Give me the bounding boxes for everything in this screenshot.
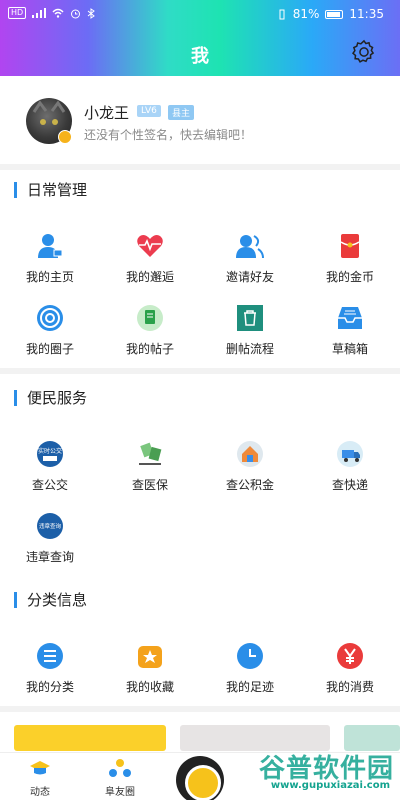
inbox-icon xyxy=(338,307,362,329)
service-violation[interactable]: 违章查询 违章查询 xyxy=(0,512,100,565)
menu-my-posts[interactable]: 我的帖子 xyxy=(100,304,200,357)
heartbeat-icon xyxy=(137,235,163,257)
delivery-icon xyxy=(337,441,363,467)
header-bar: HD 81% 11:35 我 xyxy=(0,0,400,76)
menu-my-coins[interactable]: 我的金币 xyxy=(300,232,400,285)
person-icon xyxy=(38,234,63,258)
medical-icon xyxy=(139,442,162,465)
service-bus[interactable]: 实时公交 查公交 xyxy=(0,440,100,493)
service-label: 违章查询 xyxy=(25,550,74,564)
category-my-favorites[interactable]: 我的收藏 xyxy=(100,642,200,695)
violation-badge-text: 违章查询 xyxy=(39,522,62,530)
status-bar: HD 81% 11:35 xyxy=(0,0,400,28)
battery-icon xyxy=(325,9,344,19)
vip-badge-icon xyxy=(58,130,72,144)
list-icon xyxy=(37,643,63,669)
tab-label: 动态 xyxy=(30,787,50,798)
section-divider xyxy=(0,706,400,712)
section-title-daily: 日常管理 xyxy=(14,182,87,198)
tab-friends-circle[interactable]: 阜友圈 xyxy=(90,757,150,798)
page-title: 我 xyxy=(191,46,209,67)
service-housing-fund[interactable]: 查公积金 xyxy=(200,440,300,493)
clock-time: 11:35 xyxy=(349,7,384,21)
section-divider xyxy=(0,368,400,374)
service-label: 查快递 xyxy=(331,478,368,492)
menu-label: 我的帖子 xyxy=(125,342,174,356)
document-icon xyxy=(137,305,163,331)
signal-icon xyxy=(32,8,47,18)
promo-banner[interactable] xyxy=(14,725,166,751)
trash-icon xyxy=(237,305,263,331)
bus-icon: 实时公交 xyxy=(37,441,63,467)
menu-label: 我的金币 xyxy=(325,270,374,284)
username[interactable]: 小龙王 xyxy=(84,102,129,123)
hd-badge: HD xyxy=(8,7,27,19)
section-title-category: 分类信息 xyxy=(14,592,87,608)
service-medical[interactable]: 查医保 xyxy=(100,440,200,493)
menu-drafts[interactable]: 草稿箱 xyxy=(300,304,400,357)
menu-my-homepage[interactable]: 我的主页 xyxy=(0,232,100,285)
violation-icon: 违章查询 xyxy=(37,513,63,539)
menu-label: 我的邂逅 xyxy=(125,270,174,284)
signature[interactable]: 还没有个性签名，快去编辑吧！ xyxy=(84,126,252,143)
category-my-spending[interactable]: 我的消费 xyxy=(300,642,400,695)
service-label: 查公交 xyxy=(31,478,68,492)
watermark-url: www.gupuxiazai.com xyxy=(270,780,390,791)
role-badge: 县主 xyxy=(168,105,195,120)
gear-icon[interactable] xyxy=(350,38,378,66)
category-my-categories[interactable]: 我的分类 xyxy=(0,642,100,695)
category-label: 我的分类 xyxy=(25,680,74,694)
vibrate-icon xyxy=(279,9,285,19)
group-icon xyxy=(109,759,131,777)
menu-label: 我的主页 xyxy=(25,270,74,284)
bluetooth-icon xyxy=(87,7,96,19)
service-label: 查公积金 xyxy=(225,478,274,492)
category-my-footprints[interactable]: 我的足迹 xyxy=(200,642,300,695)
menu-label: 我的圈子 xyxy=(25,342,74,356)
menu-my-circles[interactable]: 我的圈子 xyxy=(0,304,100,357)
section-title-service: 便民服务 xyxy=(14,390,87,406)
tab-label: 阜友圈 xyxy=(105,787,135,798)
service-label: 查医保 xyxy=(131,478,168,492)
category-label: 我的收藏 xyxy=(125,680,174,694)
publish-button[interactable] xyxy=(176,756,224,800)
menu-label: 删帖流程 xyxy=(225,342,274,356)
red-packet-icon xyxy=(340,234,360,258)
section-divider xyxy=(0,164,400,170)
tab-feed[interactable]: 动态 xyxy=(10,757,70,798)
menu-delete-post-process[interactable]: 删帖流程 xyxy=(200,304,300,357)
menu-my-encounters[interactable]: 我的邂逅 xyxy=(100,232,200,285)
category-label: 我的消费 xyxy=(325,680,374,694)
category-label: 我的足迹 xyxy=(225,680,274,694)
target-icon xyxy=(37,305,63,331)
clock-icon xyxy=(237,643,263,669)
menu-label: 邀请好友 xyxy=(225,270,274,284)
service-delivery[interactable]: 查快递 xyxy=(300,440,400,493)
level-badge: LV6 xyxy=(137,105,161,117)
wifi-icon xyxy=(52,8,64,18)
yen-icon xyxy=(337,643,363,669)
bus-badge-text: 实时公交 xyxy=(38,447,62,455)
alarm-icon xyxy=(71,9,81,18)
star-box-icon xyxy=(138,646,162,668)
graduation-cap-icon xyxy=(30,761,50,775)
add-friend-icon xyxy=(236,235,264,259)
battery-percent: 81% xyxy=(292,7,320,21)
profile-card[interactable]: 小龙王 LV6 县主 还没有个性签名，快去编辑吧！ xyxy=(0,84,400,164)
menu-label: 草稿箱 xyxy=(331,342,368,356)
menu-invite-friends[interactable]: 邀请好友 xyxy=(200,232,300,285)
house-icon xyxy=(237,441,263,467)
